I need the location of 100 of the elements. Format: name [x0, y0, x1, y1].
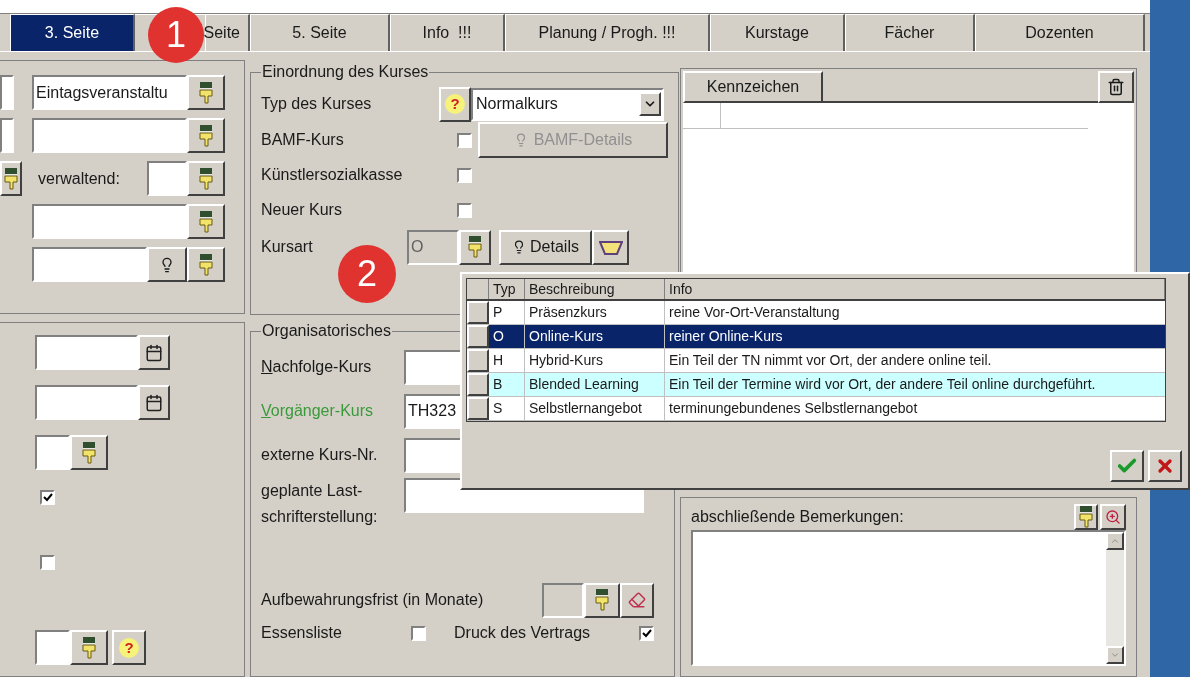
table-cell: Blended Learning	[525, 373, 665, 396]
calendar-icon	[145, 393, 163, 412]
checkbox-label: Künstlersozialkasse	[261, 165, 404, 185]
pointing-hand-icon	[81, 636, 97, 659]
table-cell: P	[489, 301, 525, 324]
field-label: Typ des Kurses	[261, 94, 373, 114]
tag-button[interactable]	[592, 229, 629, 265]
table-cell: Selbstlernangebot	[525, 397, 665, 420]
help-button[interactable]: ?	[112, 630, 146, 665]
tab[interactable]: Fächer	[845, 14, 975, 51]
delete-button[interactable]	[1098, 71, 1134, 103]
checkbox[interactable]	[40, 490, 55, 505]
scrollbar[interactable]	[1106, 532, 1124, 664]
zoom-icon	[1105, 509, 1121, 525]
checkbox[interactable]	[639, 625, 654, 641]
input-field[interactable]	[32, 118, 187, 153]
scroll-up-icon	[1110, 536, 1120, 546]
pointing-hand-icon	[594, 589, 610, 611]
column-header[interactable]: Info	[665, 279, 1165, 299]
table-row[interactable]: S Selbstlernangebot terminungebundenes Selbstlernangebot	[467, 397, 1165, 421]
tab[interactable]: Info !!!	[390, 14, 505, 51]
lookup-button[interactable]	[187, 75, 225, 110]
table-cell-text: terminungebundenes Selbstlernangebot	[668, 399, 919, 418]
trash-icon	[1107, 78, 1125, 96]
checkbox[interactable]	[40, 555, 55, 570]
checkbox-label: Druck des Vertrags	[454, 623, 592, 643]
checkbox-label: Neuer Kurs	[261, 200, 343, 220]
table-cell: Online-Kurs	[525, 325, 665, 348]
column-header[interactable]: Kennzeichen	[683, 71, 823, 103]
input-field[interactable]	[32, 204, 187, 239]
calendar-icon	[145, 343, 163, 362]
input-field[interactable]	[35, 435, 70, 470]
input-field[interactable]	[35, 385, 138, 420]
table-cell-text: reiner Online-Kurs	[668, 327, 784, 346]
input-field[interactable]	[147, 161, 187, 196]
input-field[interactable]	[0, 118, 14, 153]
confirm-button[interactable]	[1110, 450, 1144, 482]
close-icon	[1155, 456, 1175, 476]
lookup-button[interactable]	[0, 161, 22, 196]
cancel-button[interactable]	[1148, 450, 1182, 482]
table-row[interactable]: O Online-Kurs reiner Online-Kurs	[467, 325, 1165, 349]
table-cell: B	[489, 373, 525, 396]
pointing-hand-icon	[3, 167, 19, 190]
zoom-button[interactable]	[1100, 504, 1126, 530]
eraser-button[interactable]	[620, 582, 654, 618]
field-label: verwaltend:	[38, 168, 121, 189]
dropdown[interactable]: Normalkurs	[471, 87, 664, 121]
lookup-button[interactable]	[187, 204, 225, 239]
lookup-button[interactable]	[70, 630, 108, 665]
input-field[interactable]	[35, 630, 70, 665]
tab[interactable]: Dozenten	[975, 14, 1145, 51]
input-field[interactable]	[35, 335, 138, 370]
checkbox[interactable]	[457, 202, 472, 218]
row-selector[interactable]	[467, 325, 489, 348]
checkbox[interactable]	[411, 625, 426, 641]
field-label: geplante Last- schrifterstellung:	[261, 481, 379, 527]
field-label: Nachfolge-Kurs	[261, 357, 373, 377]
table-cell: H	[489, 349, 525, 372]
help-button[interactable]: ?	[439, 86, 471, 122]
lookup-button[interactable]	[187, 118, 225, 153]
input-field[interactable]	[0, 75, 14, 110]
table-row[interactable]: H Hybrid-Kurs Ein Teil der TN nimmt vor Ort, der andere online teil.	[467, 349, 1165, 373]
row-selector[interactable]	[467, 373, 489, 396]
lookup-button[interactable]	[187, 161, 225, 196]
row-selector[interactable]	[467, 301, 489, 324]
lookup-button[interactable]	[1074, 504, 1098, 530]
group-title: Organisatorisches	[261, 321, 392, 341]
tab[interactable]: 5. Seite	[250, 14, 390, 51]
checkbox[interactable]	[457, 167, 472, 183]
lookup-button[interactable]	[70, 435, 108, 470]
column-header[interactable]: Typ	[489, 279, 525, 299]
lookup-button[interactable]	[459, 229, 491, 265]
tab[interactable]: 3. Seite	[10, 14, 135, 51]
checkbox[interactable]	[457, 132, 472, 148]
input-field[interactable]	[32, 247, 147, 282]
tab[interactable]: Kurstage	[710, 14, 845, 51]
calendar-button[interactable]	[138, 335, 170, 370]
pointing-hand-icon	[198, 253, 214, 276]
pointing-hand-icon	[198, 167, 214, 190]
table-row[interactable]: B Blended Learning Ein Teil der Termine wird vor Ort, der andere Teil online durchgeführt.	[467, 373, 1165, 397]
table-row[interactable]: P Präsenzkurs reine Vor-Ort-Veranstaltung	[467, 301, 1165, 325]
tab[interactable]: Seite	[205, 14, 250, 51]
row-selector[interactable]	[467, 349, 489, 372]
tab[interactable]: Planung / Progh. !!!	[505, 14, 710, 51]
checkbox-label: BAMF-Kurs	[261, 130, 345, 150]
lookup-button[interactable]	[187, 247, 225, 282]
field-label: Kursart	[261, 237, 314, 257]
bulb-button[interactable]	[147, 247, 187, 282]
calendar-button[interactable]	[138, 385, 170, 420]
field-label: abschließende Bemerkungen:	[691, 507, 904, 527]
column-header[interactable]: Beschreibung	[525, 279, 665, 299]
text-area[interactable]	[691, 530, 1126, 666]
input-field[interactable]	[542, 582, 584, 618]
table-cell-text: Ein Teil der Termine wird vor Ort, der andere Teil online durchgeführt.	[668, 375, 1097, 394]
row-selector[interactable]	[467, 397, 489, 420]
lookup-button[interactable]	[584, 582, 620, 618]
input-field[interactable]: Eintagsveranstaltu	[32, 75, 187, 110]
pointing-hand-icon	[198, 210, 214, 233]
field-label: Vorgänger-Kurs	[261, 401, 375, 421]
pointing-hand-icon	[81, 441, 97, 464]
